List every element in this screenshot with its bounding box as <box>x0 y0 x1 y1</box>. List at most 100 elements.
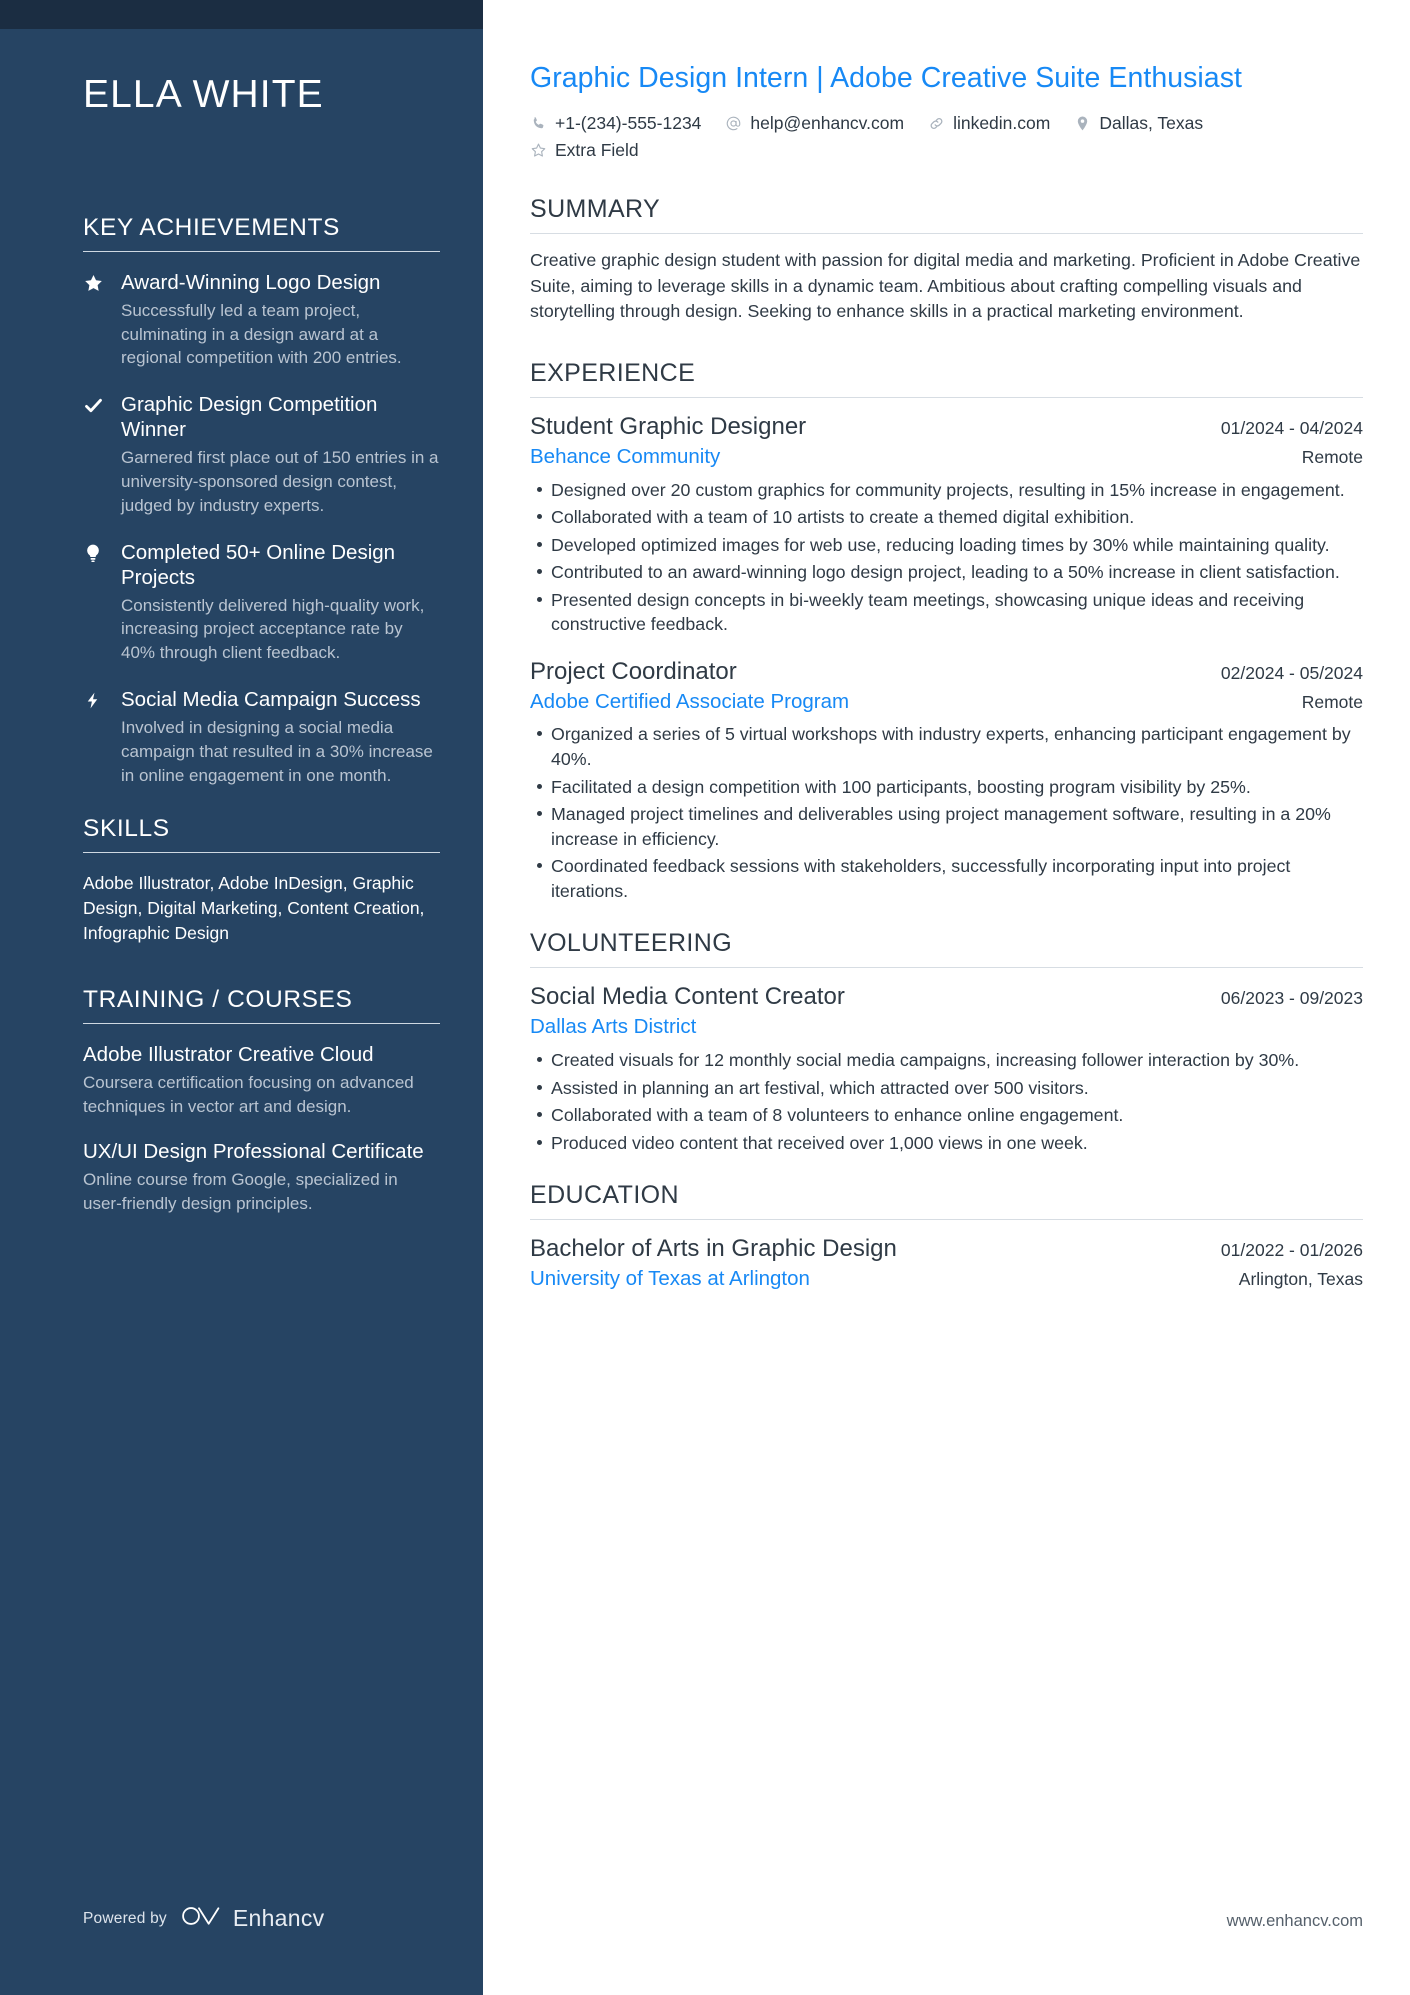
entry-bullets: Organized a series of 5 virtual workshop… <box>530 722 1363 903</box>
achievement-item: Completed 50+ Online Design Projects Con… <box>83 540 440 665</box>
section-divider <box>83 1023 440 1025</box>
entry-bullets: Created visuals for 12 monthly social me… <box>530 1048 1363 1155</box>
achievement-item: Social Media Campaign Success Involved i… <box>83 687 440 787</box>
experience-entry: Project Coordinator 02/2024 - 05/2024 Ad… <box>530 657 1363 903</box>
training-description: Online course from Google, specialized i… <box>83 1170 398 1213</box>
skills-list: Adobe Illustrator, Adobe InDesign, Graph… <box>83 873 425 944</box>
bullet-item: Presented design concepts in bi-weekly t… <box>537 588 1363 637</box>
sidebar-content: ELLA WHITE KEY ACHIEVEMENTS Award-Winnin… <box>83 29 440 1236</box>
lightning-bolt-icon <box>83 687 121 711</box>
entry-date: 02/2024 - 05/2024 <box>1220 662 1363 683</box>
entry-organization[interactable]: Adobe Certified Associate Program <box>530 689 849 716</box>
lightbulb-icon <box>83 540 121 563</box>
training-item: Adobe Illustrator Creative Cloud Courser… <box>83 1042 440 1119</box>
entry-degree-title: Bachelor of Arts in Graphic Design <box>530 1235 897 1263</box>
achievement-description: Successfully led a team project, culmina… <box>121 300 402 368</box>
contact-extra-field-text: Extra Field <box>555 140 639 161</box>
achievement-description: Consistently delivered high-quality work… <box>121 595 425 663</box>
experience-title: EXPERIENCE <box>530 358 696 387</box>
section-divider <box>530 967 1363 969</box>
sidebar: ELLA WHITE KEY ACHIEVEMENTS Award-Winnin… <box>0 0 483 1995</box>
main-content: Graphic Design Intern | Adobe Creative S… <box>483 0 1410 1995</box>
section-volunteering: VOLUNTEERING Social Media Content Creato… <box>530 929 1363 1155</box>
achievement-title: Graphic Design Competition Winner <box>121 393 378 442</box>
bullet-item: Managed project timelines and deliverabl… <box>537 802 1363 851</box>
entry-job-title: Student Graphic Designer <box>530 412 807 440</box>
education-title: EDUCATION <box>530 1181 679 1210</box>
entry-role-title: Social Media Content Creator <box>530 983 845 1011</box>
enhancv-brand-name: Enhancv <box>232 1905 325 1931</box>
contact-email: help@enhancv.com <box>725 113 904 134</box>
entry-location: Remote <box>1301 446 1363 467</box>
section-divider <box>530 233 1363 235</box>
enhancv-logo-icon <box>181 1904 223 1933</box>
contact-phone: +1-(234)-555-1234 <box>530 113 701 134</box>
entry-organization[interactable]: Behance Community <box>530 444 720 471</box>
achievement-title: Completed 50+ Online Design Projects <box>121 540 396 589</box>
achievement-title: Award-Winning Logo Design <box>121 270 381 294</box>
footer-website-url: www.enhancv.com <box>1226 1912 1363 1930</box>
link-icon <box>928 115 945 132</box>
resume-page: ELLA WHITE KEY ACHIEVEMENTS Award-Winnin… <box>0 0 1410 1995</box>
contact-email-text: help@enhancv.com <box>750 113 905 134</box>
entry-date: 06/2023 - 09/2023 <box>1220 988 1363 1009</box>
bullet-item: Collaborated with a team of 8 volunteers… <box>537 1103 1363 1128</box>
training-item: UX/UI Design Professional Certificate On… <box>83 1139 440 1216</box>
powered-by-label: Powered by <box>83 1909 167 1927</box>
contact-location-text: Dallas, Texas <box>1099 113 1204 134</box>
entry-bullets: Designed over 20 custom graphics for com… <box>530 478 1363 637</box>
candidate-name: ELLA WHITE <box>83 73 324 116</box>
volunteering-entry: Social Media Content Creator 06/2023 - 0… <box>530 982 1363 1155</box>
experience-entry: Student Graphic Designer 01/2024 - 04/20… <box>530 412 1363 637</box>
contact-linkedin-text: linkedin.com <box>953 113 1051 134</box>
entry-location: Arlington, Texas <box>1238 1269 1363 1290</box>
section-experience: EXPERIENCE Student Graphic Designer 01/2… <box>530 359 1363 903</box>
star-outline-icon <box>530 142 547 159</box>
bullet-item: Collaborated with a team of 10 artists t… <box>537 505 1363 530</box>
section-key-achievements: KEY ACHIEVEMENTS Award-Winning Logo Desi… <box>83 214 440 788</box>
bullet-item: Created visuals for 12 monthly social me… <box>537 1048 1363 1073</box>
bullet-item: Organized a series of 5 virtual workshop… <box>537 722 1363 771</box>
entry-location: Remote <box>1301 691 1363 712</box>
summary-title: SUMMARY <box>530 195 661 224</box>
sidebar-top-accent-bar <box>0 0 483 29</box>
key-achievements-title: KEY ACHIEVEMENTS <box>83 213 340 241</box>
section-skills: SKILLS Adobe Illustrator, Adobe InDesign… <box>83 815 440 946</box>
entry-organization[interactable]: Dallas Arts District <box>530 1014 696 1041</box>
entry-organization[interactable]: University of Texas at Arlington <box>530 1266 810 1293</box>
entry-date: 01/2024 - 04/2024 <box>1220 417 1363 438</box>
achievement-title: Social Media Campaign Success <box>121 688 421 712</box>
achievement-item: Award-Winning Logo Design Successfully l… <box>83 270 440 370</box>
contact-row: +1-(234)-555-1234 help@enhancv.com linke… <box>530 113 1320 161</box>
summary-text: Creative graphic design student with pas… <box>530 250 1361 322</box>
section-divider <box>83 852 440 854</box>
sidebar-footer: Powered by Enhancv <box>83 1904 324 1933</box>
achievement-item: Graphic Design Competition Winner Garner… <box>83 392 440 517</box>
section-education: EDUCATION Bachelor of Arts in Graphic De… <box>530 1181 1363 1293</box>
section-divider <box>83 250 440 252</box>
contact-linkedin: linkedin.com <box>928 113 1050 134</box>
enhancv-brand: Enhancv <box>181 1904 325 1933</box>
check-icon <box>83 392 121 416</box>
headline: Graphic Design Intern | Adobe Creative S… <box>530 62 1242 94</box>
training-name: UX/UI Design Professional Certificate <box>83 1140 424 1164</box>
entry-date: 01/2022 - 01/2026 <box>1220 1240 1363 1261</box>
achievement-description: Involved in designing a social media cam… <box>121 718 433 785</box>
map-pin-icon <box>1074 115 1091 132</box>
education-entry: Bachelor of Arts in Graphic Design 01/20… <box>530 1234 1363 1293</box>
bullet-item: Coordinated feedback sessions with stake… <box>537 854 1363 903</box>
bullet-item: Designed over 20 custom graphics for com… <box>537 478 1363 503</box>
bullet-item: Facilitated a design competition with 10… <box>537 775 1363 800</box>
star-icon <box>83 270 121 294</box>
bullet-item: Produced video content that received ove… <box>537 1131 1363 1156</box>
contact-location: Dallas, Texas <box>1074 113 1203 134</box>
section-divider <box>530 1219 1363 1221</box>
volunteering-title: VOLUNTEERING <box>530 929 733 958</box>
section-training-courses: TRAINING / COURSES Adobe Illustrator Cre… <box>83 986 440 1215</box>
bullet-item: Assisted in planning an art festival, wh… <box>537 1076 1363 1101</box>
phone-icon <box>530 115 547 132</box>
training-name: Adobe Illustrator Creative Cloud <box>83 1043 374 1067</box>
bullet-item: Developed optimized images for web use, … <box>537 533 1363 558</box>
skills-title: SKILLS <box>83 815 170 843</box>
contact-extra-field: Extra Field <box>530 140 639 161</box>
